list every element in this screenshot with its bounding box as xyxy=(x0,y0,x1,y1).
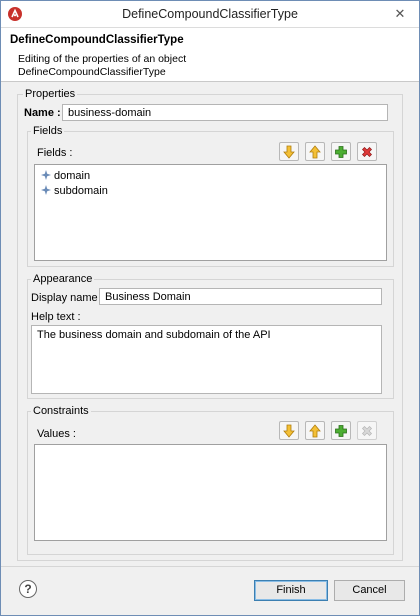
header-title: DefineCompoundClassifierType xyxy=(10,34,184,46)
move-down-icon xyxy=(283,424,295,438)
title-bar: DefineCompoundClassifierType ✕ xyxy=(1,1,419,28)
display-name-label: Display name : xyxy=(31,292,104,304)
cancel-button[interactable]: Cancel xyxy=(334,580,405,601)
footer-separator xyxy=(1,566,419,567)
values-move-up-button[interactable] xyxy=(305,421,325,440)
values-add-button[interactable] xyxy=(331,421,351,440)
header-description-line: DefineCompoundClassifierType xyxy=(18,66,166,78)
values-delete-button[interactable] xyxy=(357,421,377,440)
move-up-icon xyxy=(309,424,321,438)
name-input[interactable] xyxy=(62,104,388,121)
fields-list[interactable]: domain subdomain xyxy=(34,164,387,261)
field-icon xyxy=(41,170,51,180)
add-icon xyxy=(335,425,347,437)
finish-button[interactable]: Finish xyxy=(254,580,328,601)
header-description-line: Editing of the properties of an object xyxy=(18,53,187,65)
delete-icon xyxy=(362,147,372,157)
add-icon xyxy=(335,146,347,158)
help-text-value: The business domain and subdomain of the… xyxy=(37,329,271,341)
properties-group-title: Properties xyxy=(23,88,78,100)
fields-move-up-button[interactable] xyxy=(305,142,325,161)
header-description: Editing of the properties of an object D… xyxy=(18,53,186,79)
dialog-window: DefineCompoundClassifierType ✕ DefineCom… xyxy=(0,0,420,616)
close-icon[interactable]: ✕ xyxy=(391,6,409,22)
fields-delete-button[interactable] xyxy=(357,142,377,161)
fields-move-down-button[interactable] xyxy=(279,142,299,161)
values-list-label: Values : xyxy=(37,428,76,440)
help-text-area[interactable]: The business domain and subdomain of the… xyxy=(31,325,382,394)
fields-list-label: Fields : xyxy=(37,147,73,159)
window-title: DefineCompoundClassifierType xyxy=(122,7,298,21)
move-up-icon xyxy=(309,145,321,159)
values-move-down-button[interactable] xyxy=(279,421,299,440)
display-name-input[interactable] xyxy=(99,288,382,305)
move-down-icon xyxy=(283,145,295,159)
fields-group-title: Fields xyxy=(31,125,65,137)
help-icon[interactable]: ? xyxy=(19,580,37,598)
values-list[interactable] xyxy=(34,444,387,541)
list-item-label: domain xyxy=(54,170,91,182)
list-item-label: subdomain xyxy=(54,185,108,197)
fields-add-button[interactable] xyxy=(331,142,351,161)
field-icon xyxy=(41,185,51,195)
delete-icon xyxy=(362,426,372,436)
help-text-label: Help text : xyxy=(31,311,81,323)
name-label: Name : xyxy=(24,107,61,119)
dialog-header: DefineCompoundClassifierType Editing of … xyxy=(1,28,419,82)
list-item[interactable]: domain xyxy=(41,169,90,183)
list-item[interactable]: subdomain xyxy=(41,184,108,198)
constraints-group-title: Constraints xyxy=(31,405,91,417)
appearance-group-title: Appearance xyxy=(31,273,95,285)
